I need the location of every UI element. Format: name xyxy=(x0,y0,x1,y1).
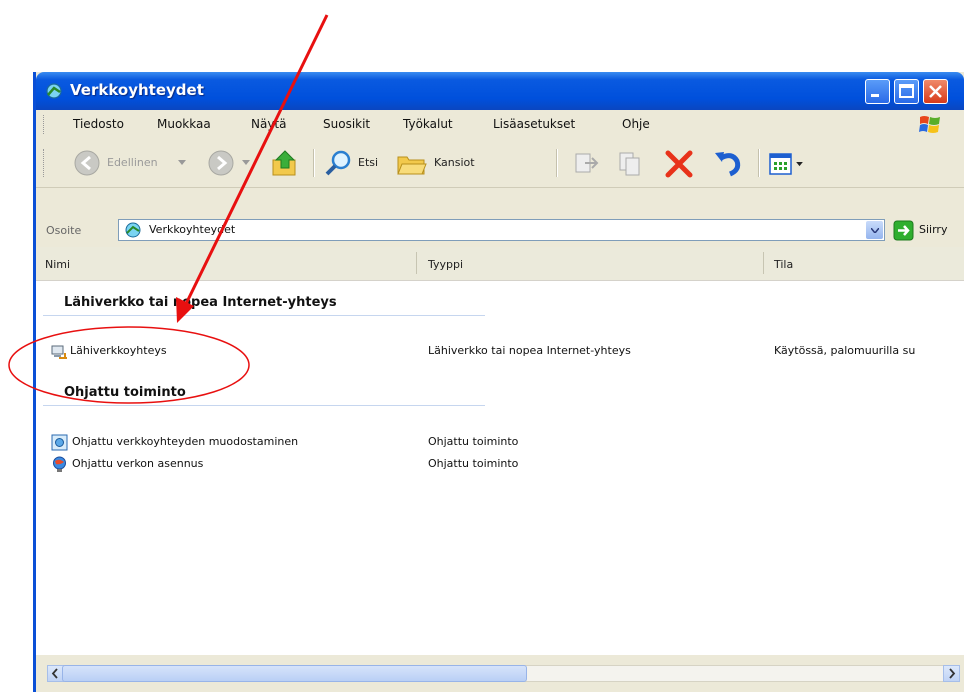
chevron-down-icon xyxy=(178,160,186,165)
chevron-right-icon xyxy=(949,668,956,679)
back-label: Edellinen xyxy=(107,156,158,169)
title-bar[interactable]: Verkkoyhteydet xyxy=(36,72,964,110)
connection-status: Käytössä, palomuurilla su xyxy=(774,344,916,357)
maximize-button[interactable] xyxy=(894,79,919,104)
close-icon xyxy=(929,85,942,98)
folders-button[interactable]: Kansiot xyxy=(396,145,484,181)
address-label: Osoite xyxy=(46,224,82,237)
network-connections-icon xyxy=(46,83,62,99)
column-header-bar: Nimi Tyyppi Tila xyxy=(36,247,964,281)
scroll-right-button[interactable] xyxy=(943,665,960,682)
group-divider xyxy=(43,405,485,406)
menu-tools[interactable]: Työkalut xyxy=(403,117,453,131)
list-item[interactable]: Ohjattu verkkoyhteyden muodostaminen Ohj… xyxy=(46,432,964,452)
move-to-icon[interactable] xyxy=(571,149,601,179)
folders-label: Kansiot xyxy=(434,156,475,169)
address-bar: Osoite Verkkoyhteydet Siirry xyxy=(36,213,964,248)
menu-file[interactable]: Tiedosto xyxy=(73,117,124,131)
forward-button[interactable] xyxy=(208,145,256,181)
list-item[interactable]: Ohjattu verkon asennus Ohjattu toiminto xyxy=(46,454,964,474)
wizard-name: Ohjattu verkkoyhteyden muodostaminen xyxy=(72,435,299,448)
minimize-icon xyxy=(871,94,879,97)
toolbar-grip[interactable] xyxy=(43,149,47,177)
wizard-type: Ohjattu toiminto xyxy=(428,435,519,448)
new-connection-wizard-icon xyxy=(51,434,68,451)
forward-arrow-icon xyxy=(208,150,234,176)
address-value: Verkkoyhteydet xyxy=(149,223,236,236)
network-connections-icon xyxy=(125,222,141,238)
address-dropdown-button[interactable] xyxy=(866,221,883,239)
chevron-down-icon xyxy=(796,162,803,167)
toolbar-separator xyxy=(758,149,760,177)
menu-favorites[interactable]: Suosikit xyxy=(323,117,370,131)
minimize-button[interactable] xyxy=(865,79,890,104)
up-folder-button[interactable] xyxy=(268,145,302,181)
network-setup-wizard-icon xyxy=(53,456,66,472)
delete-icon[interactable] xyxy=(663,148,695,180)
go-arrow-icon xyxy=(893,220,914,241)
column-header-name[interactable]: Nimi xyxy=(45,258,70,271)
scrollbar-thumb[interactable] xyxy=(62,665,527,682)
back-button[interactable]: Edellinen xyxy=(74,145,194,181)
maximize-icon xyxy=(899,84,914,98)
connection-type: Lähiverkko tai nopea Internet-yhteys xyxy=(428,344,631,357)
standard-toolbar: Edellinen Etsi Kansiot xyxy=(36,139,964,188)
explorer-window: Verkkoyhteydet Tiedosto Muokkaa Näytä Su… xyxy=(33,72,964,692)
go-button[interactable]: Siirry xyxy=(891,219,961,241)
wizard-type: Ohjattu toiminto xyxy=(428,457,519,470)
column-header-status[interactable]: Tila xyxy=(774,258,793,271)
column-header-type[interactable]: Tyyppi xyxy=(428,258,463,271)
windows-logo-icon xyxy=(919,116,940,133)
lan-connection-icon xyxy=(51,345,67,359)
column-divider[interactable] xyxy=(416,252,417,274)
group-divider xyxy=(43,315,485,316)
address-input[interactable]: Verkkoyhteydet xyxy=(118,219,885,241)
menu-bar: Tiedosto Muokkaa Näytä Suosikit Työkalut… xyxy=(36,110,964,140)
go-label: Siirry xyxy=(919,223,948,236)
menubar-grip[interactable] xyxy=(43,115,47,134)
toolbar-spacer xyxy=(36,188,964,213)
menu-view[interactable]: Näytä xyxy=(251,117,287,131)
horizontal-scrollbar[interactable] xyxy=(36,655,964,692)
close-button[interactable] xyxy=(923,79,948,104)
views-button[interactable] xyxy=(768,149,808,179)
menu-advanced[interactable]: Lisäasetukset xyxy=(493,117,575,131)
window-title: Verkkoyhteydet xyxy=(70,81,204,99)
undo-icon[interactable] xyxy=(712,148,744,180)
toolbar-separator xyxy=(556,149,558,177)
back-arrow-icon xyxy=(74,150,100,176)
menu-help[interactable]: Ohje xyxy=(622,117,650,131)
copy-to-icon[interactable] xyxy=(616,149,646,179)
toolbar-separator xyxy=(313,149,315,177)
views-icon xyxy=(769,153,792,175)
file-list-view: Nimi Tyyppi Tila Lähiverkko tai nopea In… xyxy=(36,247,964,655)
search-button[interactable]: Etsi xyxy=(324,145,388,181)
folder-up-icon xyxy=(272,150,296,176)
chevron-down-icon xyxy=(871,228,879,233)
list-item[interactable]: Lähiverkkoyhteys Lähiverkko tai nopea In… xyxy=(46,341,964,361)
group-header-lan: Lähiverkko tai nopea Internet-yhteys xyxy=(64,295,337,310)
connection-name: Lähiverkkoyhteys xyxy=(70,344,167,357)
chevron-left-icon xyxy=(51,668,58,679)
folders-icon xyxy=(397,156,427,175)
wizard-name: Ohjattu verkon asennus xyxy=(72,457,204,470)
column-divider[interactable] xyxy=(763,252,764,274)
chevron-down-icon xyxy=(242,160,250,165)
group-header-wizard: Ohjattu toiminto xyxy=(64,385,186,400)
search-label: Etsi xyxy=(358,156,379,169)
menu-edit[interactable]: Muokkaa xyxy=(157,117,211,131)
search-icon xyxy=(325,150,351,176)
